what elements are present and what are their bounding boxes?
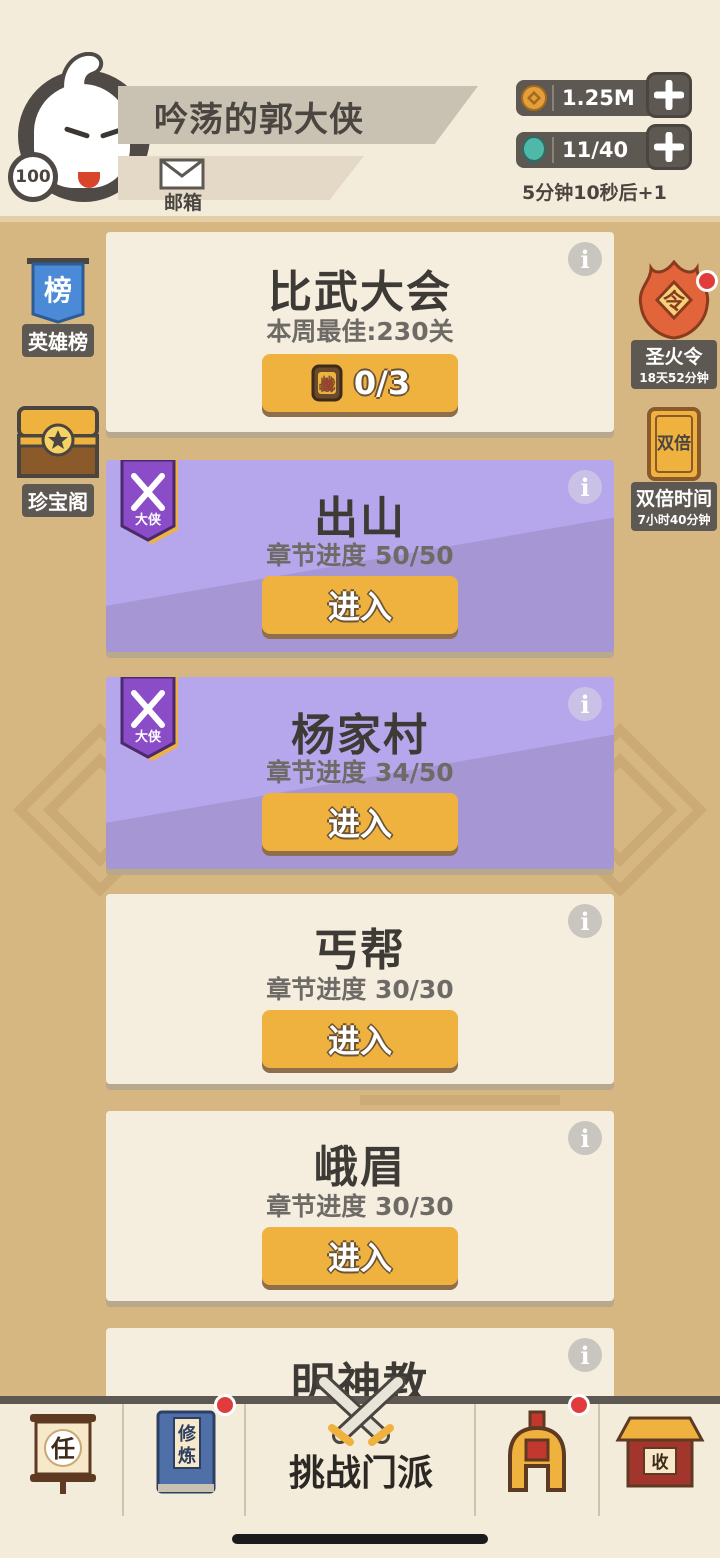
tournament-card[interactable]: i 比武大会 本周最佳:230关 战 0/3 <box>106 232 614 432</box>
mail-button[interactable]: 邮箱 <box>156 156 210 214</box>
energy-value: 11/40 <box>562 138 629 162</box>
double-time-button[interactable]: 双倍 双倍时间 7小时40分钟 <box>630 406 718 531</box>
chapter-progress: 章节进度 34/50 <box>266 758 454 787</box>
equipment-notification-dot <box>568 1394 590 1416</box>
double-time-card-icon: 双倍 <box>647 407 701 481</box>
tournament-best-score: 本周最佳:230关 <box>266 317 454 346</box>
enter-button[interactable]: 进入 <box>262 1010 458 1068</box>
challenge-sect-label: 挑战门派 <box>288 1453 433 1494</box>
hero-ranking-button[interactable]: 榜 英雄榜 <box>16 256 100 357</box>
sacred-fire-timer: 18天52分钟 <box>631 369 717 389</box>
tournament-tickets-count: 0/3 <box>353 364 411 402</box>
chapter-card[interactable]: i 丐帮 章节进度 30/30 进入 <box>106 894 614 1084</box>
chapter-progress: 章节进度 30/30 <box>266 1192 454 1221</box>
helmet-icon <box>508 1410 566 1492</box>
chapter-card[interactable]: 大侠 i 杨家村 章节进度 34/50 进入 <box>106 677 614 869</box>
mail-icon <box>159 158 205 190</box>
coins-separator <box>552 85 554 111</box>
cultivate-glyph-2: 炼 <box>178 1445 196 1467</box>
treasure-chest-icon <box>17 406 99 478</box>
treasure-pavilion-button[interactable]: 珍宝阁 <box>14 402 102 517</box>
treasure-pavilion-label: 珍宝阁 <box>22 484 94 517</box>
chapter-title: 峨眉 <box>314 1142 406 1193</box>
battle-ticket-icon: 战 <box>311 364 343 402</box>
task-scroll-icon: 任 <box>30 1414 96 1494</box>
energy-regen-timer: 5分钟10秒后+1 <box>522 182 667 204</box>
nav-collect[interactable]: 收 <box>600 1404 720 1516</box>
ticket-glyph: 战 <box>320 377 333 393</box>
cultivate-notification-dot <box>214 1394 236 1416</box>
tournament-tickets-button[interactable]: 战 0/3 <box>262 354 458 412</box>
double-time-label: 双倍时间 <box>631 482 717 511</box>
collect-glyph: 收 <box>652 1452 669 1473</box>
enter-button[interactable]: 进入 <box>262 1227 458 1285</box>
add-coins-button[interactable] <box>646 72 692 118</box>
plus-icon <box>654 132 684 162</box>
chapter-card[interactable]: 大侠 i 出山 章节进度 50/50 进入 <box>106 460 614 652</box>
mail-label: 邮箱 <box>163 192 202 214</box>
player-level-badge: 100 <box>8 152 58 202</box>
enter-button[interactable]: 进入 <box>262 793 458 851</box>
task-glyph: 任 <box>50 1435 75 1463</box>
tournament-title: 比武大会 <box>268 267 452 318</box>
ranking-glyph: 榜 <box>44 274 72 307</box>
sacred-fire-label: 圣火令 <box>631 340 717 369</box>
chapter-progress: 章节进度 50/50 <box>266 541 454 570</box>
energy-separator <box>552 137 554 163</box>
crossed-swords-icon <box>316 1376 406 1446</box>
nav-tasks[interactable]: 任 <box>0 1404 124 1516</box>
nav-equipment[interactable] <box>476 1394 600 1516</box>
energy-gourd-icon <box>516 132 552 168</box>
collect-house-icon: 收 <box>615 1416 705 1488</box>
sacred-fire-order-button[interactable]: 令 圣火令 18天52分钟 <box>630 260 718 389</box>
plus-icon <box>654 80 684 110</box>
home-indicator[interactable] <box>232 1534 488 1544</box>
chapter-progress: 章节进度 30/30 <box>266 975 454 1004</box>
player-name: 吟荡的郭大侠 <box>154 100 364 140</box>
double-time-timer: 7小时40分钟 <box>631 511 717 531</box>
mail-bar <box>118 156 364 200</box>
player-header: 100 吟荡的郭大侠 邮箱 1.25M 11/40 5分钟10秒后+1 <box>0 0 720 222</box>
chapter-card[interactable]: i 峨眉 章节进度 30/30 进入 <box>106 1111 614 1301</box>
hero-ranking-label: 英雄榜 <box>22 324 94 357</box>
sacred-fire-notification-dot <box>696 270 718 292</box>
enter-button[interactable]: 进入 <box>262 576 458 634</box>
cultivate-glyph-1: 修 <box>177 1423 197 1445</box>
double-time-glyph: 双倍 <box>657 433 691 454</box>
coins-value: 1.25M <box>562 86 635 110</box>
coin-icon <box>516 80 552 116</box>
ranking-banner-icon: 榜 <box>27 258 89 324</box>
chapter-title: 丐帮 <box>314 925 406 976</box>
cultivate-book-icon: 修 炼 <box>156 1410 216 1494</box>
sacred-fire-glyph: 令 <box>663 289 686 315</box>
add-energy-button[interactable] <box>646 124 692 170</box>
nav-cultivate[interactable]: 修 炼 <box>124 1394 246 1516</box>
